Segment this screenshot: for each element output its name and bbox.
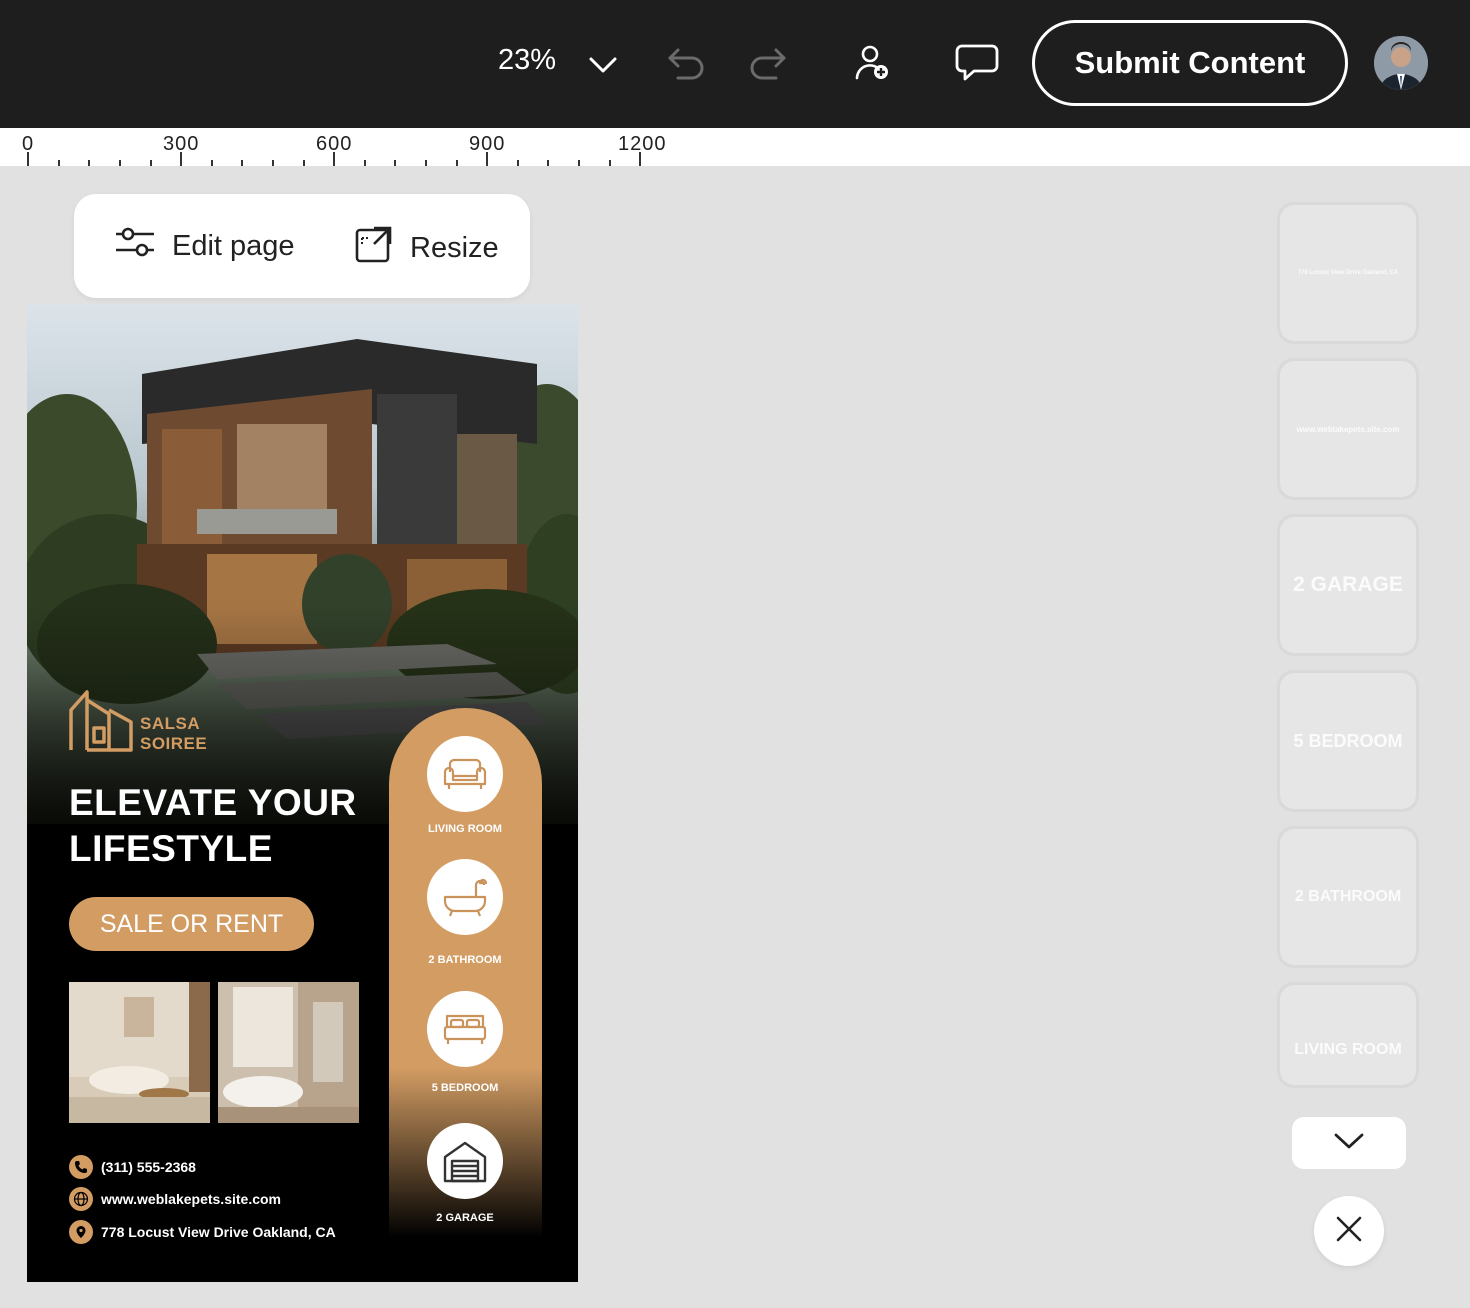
feature-label-living-room: LIVING ROOM	[428, 823, 502, 835]
headline: ELEVATE YOUR LIFESTYLE	[69, 780, 357, 872]
brand-name-line2: SOIREE	[140, 734, 208, 753]
garage-icon	[427, 1123, 503, 1199]
close-icon	[1335, 1215, 1363, 1248]
bathtub-icon	[427, 859, 503, 935]
sale-or-rent-badge: SALE OR RENT	[69, 897, 314, 951]
invite-person-icon[interactable]	[852, 42, 894, 89]
website-contact: www.weblakepets.site.com	[69, 1187, 281, 1211]
phone-icon	[69, 1155, 93, 1179]
feature-label-bathroom: 2 BATHROOM	[428, 954, 502, 966]
address-contact: 778 Locust View Drive Oakland, CA	[69, 1220, 336, 1244]
phone-number: (311) 555-2368	[101, 1159, 196, 1175]
ruler-ticks	[27, 152, 641, 166]
redo-icon[interactable]	[746, 44, 788, 89]
headline-line1: ELEVATE YOUR	[69, 782, 357, 823]
resize-label: Resize	[410, 231, 499, 264]
design-page[interactable]: SALSA SOIREE ELEVATE YOUR LIFESTYLE SALE…	[27, 304, 578, 1282]
brand-name-line1: SALSA	[140, 714, 201, 733]
chevron-down-icon	[1333, 1131, 1365, 1156]
globe-icon	[69, 1187, 93, 1211]
page-thumbnail[interactable]: 2 GARAGE	[1280, 517, 1416, 653]
horizontal-ruler: 0 300 600 900 1200	[0, 128, 1470, 166]
location-pin-icon	[69, 1220, 93, 1244]
sofa-icon	[427, 736, 503, 812]
page-thumbnail[interactable]: LIVING ROOM	[1280, 985, 1416, 1085]
resize-icon	[354, 224, 394, 272]
page-thumbnail[interactable]: www.weblakepets.site.com	[1280, 361, 1416, 497]
zoom-level[interactable]: 23%	[498, 44, 556, 77]
feature-label-bedroom: 5 BEDROOM	[431, 1082, 499, 1094]
sliders-icon	[114, 224, 156, 268]
page-thumbnail[interactable]: 2 BATHROOM	[1280, 829, 1416, 965]
building-logo-icon	[69, 690, 133, 752]
website-url: www.weblakepets.site.com	[101, 1191, 281, 1207]
top-toolbar: 23% Submit Content	[0, 0, 1470, 128]
resize-button[interactable]: Resize	[354, 224, 499, 272]
edit-page-label: Edit page	[172, 229, 295, 262]
zoom-chevron-down-icon[interactable]	[586, 48, 620, 87]
edit-page-button[interactable]: Edit page	[114, 224, 295, 268]
close-button[interactable]	[1314, 1196, 1384, 1266]
phone-contact: (311) 555-2368	[69, 1155, 196, 1179]
undo-icon[interactable]	[666, 44, 708, 89]
headline-line2: LIFESTYLE	[69, 828, 273, 869]
comment-icon[interactable]	[954, 42, 1000, 89]
page-actions-bar: Edit page Resize	[74, 194, 530, 298]
living-room-photo	[69, 982, 210, 1123]
submit-content-button[interactable]: Submit Content	[1032, 20, 1348, 106]
user-avatar[interactable]	[1374, 36, 1428, 90]
bathroom-photo	[218, 982, 359, 1123]
bed-icon	[427, 991, 503, 1067]
feature-label-garage: 2 GARAGE	[436, 1212, 494, 1224]
page-thumbnail[interactable]: 778 Locust View Drive Oakland, CA	[1280, 205, 1416, 341]
page-thumbnail[interactable]: 5 BEDROOM	[1280, 673, 1416, 809]
scroll-thumbnails-down-button[interactable]	[1292, 1117, 1406, 1169]
brand-name: SALSA SOIREE	[140, 714, 207, 754]
address: 778 Locust View Drive Oakland, CA	[101, 1224, 336, 1240]
